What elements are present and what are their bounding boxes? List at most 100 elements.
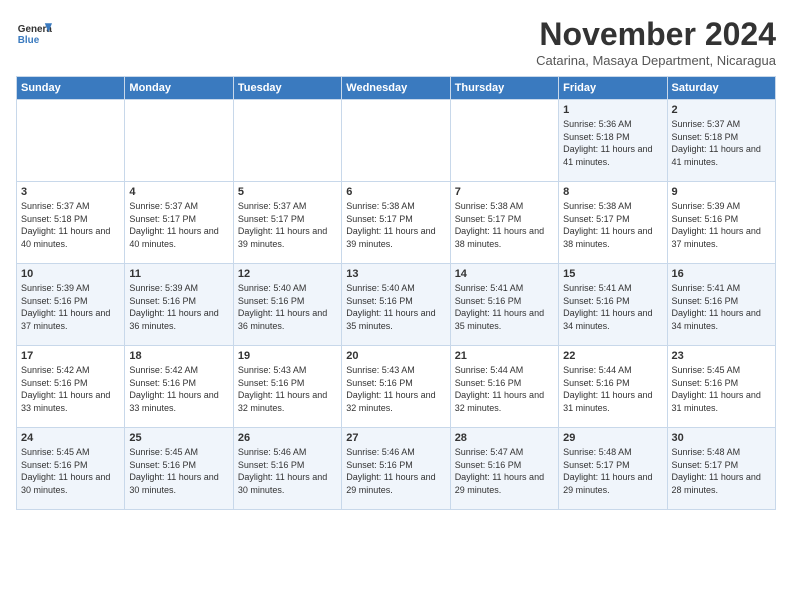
calendar-cell: 29Sunrise: 5:48 AM Sunset: 5:17 PM Dayli…: [559, 428, 667, 510]
day-number: 16: [672, 268, 771, 280]
day-number: 7: [455, 186, 554, 198]
day-info: Sunrise: 5:40 AM Sunset: 5:16 PM Dayligh…: [346, 282, 445, 332]
day-info: Sunrise: 5:38 AM Sunset: 5:17 PM Dayligh…: [346, 200, 445, 250]
calendar-cell: 11Sunrise: 5:39 AM Sunset: 5:16 PM Dayli…: [125, 264, 233, 346]
day-header-saturday: Saturday: [667, 77, 775, 100]
day-number: 21: [455, 350, 554, 362]
day-number: 1: [563, 104, 662, 116]
day-number: 19: [238, 350, 337, 362]
day-number: 8: [563, 186, 662, 198]
calendar-cell: 20 Sunrise: 5:43 AM Sunset: 5:16 PM Dayli…: [342, 346, 450, 428]
day-info: Sunrise: 5:36 AM Sunset: 5:18 PM Dayligh…: [563, 118, 662, 168]
calendar-cell: 12 Sunrise: 5:40 AM Sunset: 5:16 PM Dayli…: [233, 264, 341, 346]
calendar-cell: [17, 100, 125, 182]
calendar-cell: 25Sunrise: 5:45 AM Sunset: 5:16 PM Dayli…: [125, 428, 233, 510]
day-info: Sunrise: 5:45 AM Sunset: 5:16 PM Dayligh…: [21, 446, 120, 496]
day-info: Sunrise: 5:46 AM Sunset: 5:16 PM Dayligh…: [346, 446, 445, 496]
day-info: Sunrise: 5:43 AM Sunset: 5:16 PM Dayligh…: [346, 364, 445, 414]
calendar-cell: 26 Sunrise: 5:46 AM Sunset: 5:16 PM Dayli…: [233, 428, 341, 510]
calendar-week-5: 24 Sunrise: 5:45 AM Sunset: 5:16 PM Dayli…: [17, 428, 776, 510]
calendar-body: 1 Sunrise: 5:36 AM Sunset: 5:18 PM Daylig…: [17, 100, 776, 510]
calendar-cell: 8 Sunrise: 5:38 AM Sunset: 5:17 PM Daylig…: [559, 182, 667, 264]
calendar-week-2: 3Sunrise: 5:37 AM Sunset: 5:18 PM Daylig…: [17, 182, 776, 264]
day-number: 27: [346, 432, 445, 444]
calendar-week-4: 17 Sunrise: 5:42 AM Sunset: 5:16 PM Dayli…: [17, 346, 776, 428]
day-number: 18: [129, 350, 228, 362]
day-number: 14: [455, 268, 554, 280]
calendar-cell: 1 Sunrise: 5:36 AM Sunset: 5:18 PM Daylig…: [559, 100, 667, 182]
calendar-cell: 15Sunrise: 5:41 AM Sunset: 5:16 PM Dayli…: [559, 264, 667, 346]
calendar-cell: 4 Sunrise: 5:37 AM Sunset: 5:17 PM Daylig…: [125, 182, 233, 264]
calendar-cell: 7 Sunrise: 5:38 AM Sunset: 5:17 PM Daylig…: [450, 182, 558, 264]
day-number: 26: [238, 432, 337, 444]
day-number: 12: [238, 268, 337, 280]
day-header-monday: Monday: [125, 77, 233, 100]
calendar-cell: 24 Sunrise: 5:45 AM Sunset: 5:16 PM Dayli…: [17, 428, 125, 510]
day-info: Sunrise: 5:46 AM Sunset: 5:16 PM Dayligh…: [238, 446, 337, 496]
month-year-title: November 2024: [536, 16, 776, 53]
day-number: 6: [346, 186, 445, 198]
calendar-cell: [125, 100, 233, 182]
calendar-header-row: SundayMondayTuesdayWednesdayThursdayFrid…: [17, 77, 776, 100]
day-info: Sunrise: 5:45 AM Sunset: 5:16 PM Dayligh…: [129, 446, 228, 496]
day-info: Sunrise: 5:47 AM Sunset: 5:16 PM Dayligh…: [455, 446, 554, 496]
day-info: Sunrise: 5:39 AM Sunset: 5:16 PM Dayligh…: [672, 200, 771, 250]
day-info: Sunrise: 5:44 AM Sunset: 5:16 PM Dayligh…: [455, 364, 554, 414]
calendar-cell: 27 Sunrise: 5:46 AM Sunset: 5:16 PM Dayli…: [342, 428, 450, 510]
day-info: Sunrise: 5:38 AM Sunset: 5:17 PM Dayligh…: [563, 200, 662, 250]
calendar-cell: 6 Sunrise: 5:38 AM Sunset: 5:17 PM Daylig…: [342, 182, 450, 264]
location-subtitle: Catarina, Masaya Department, Nicaragua: [536, 53, 776, 68]
day-info: Sunrise: 5:39 AM Sunset: 5:16 PM Dayligh…: [21, 282, 120, 332]
calendar-cell: 14Sunrise: 5:41 AM Sunset: 5:16 PM Dayli…: [450, 264, 558, 346]
day-header-sunday: Sunday: [17, 77, 125, 100]
calendar-cell: 2Sunrise: 5:37 AM Sunset: 5:18 PM Daylig…: [667, 100, 775, 182]
day-info: Sunrise: 5:40 AM Sunset: 5:16 PM Dayligh…: [238, 282, 337, 332]
day-info: Sunrise: 5:37 AM Sunset: 5:17 PM Dayligh…: [129, 200, 228, 250]
calendar-cell: 21 Sunrise: 5:44 AM Sunset: 5:16 PM Dayli…: [450, 346, 558, 428]
calendar-cell: 16 Sunrise: 5:41 AM Sunset: 5:16 PM Dayli…: [667, 264, 775, 346]
calendar-cell: 30 Sunrise: 5:48 AM Sunset: 5:17 PM Dayli…: [667, 428, 775, 510]
day-info: Sunrise: 5:43 AM Sunset: 5:16 PM Dayligh…: [238, 364, 337, 414]
day-info: Sunrise: 5:37 AM Sunset: 5:18 PM Dayligh…: [672, 118, 771, 168]
day-number: 13: [346, 268, 445, 280]
day-number: 17: [21, 350, 120, 362]
svg-text:Blue: Blue: [18, 35, 40, 46]
day-info: Sunrise: 5:42 AM Sunset: 5:16 PM Dayligh…: [21, 364, 120, 414]
calendar-cell: 18 Sunrise: 5:42 AM Sunset: 5:16 PM Dayli…: [125, 346, 233, 428]
day-number: 30: [672, 432, 771, 444]
day-number: 15: [563, 268, 662, 280]
day-header-friday: Friday: [559, 77, 667, 100]
day-number: 5: [238, 186, 337, 198]
day-number: 24: [21, 432, 120, 444]
title-block: November 2024 Catarina, Masaya Departmen…: [536, 16, 776, 68]
day-number: 3: [21, 186, 120, 198]
day-number: 9: [672, 186, 771, 198]
calendar-cell: 17 Sunrise: 5:42 AM Sunset: 5:16 PM Dayli…: [17, 346, 125, 428]
calendar-cell: 10Sunrise: 5:39 AM Sunset: 5:16 PM Dayli…: [17, 264, 125, 346]
calendar-week-3: 10Sunrise: 5:39 AM Sunset: 5:16 PM Dayli…: [17, 264, 776, 346]
day-info: Sunrise: 5:41 AM Sunset: 5:16 PM Dayligh…: [672, 282, 771, 332]
day-number: 23: [672, 350, 771, 362]
logo: General Blue General Blue: [16, 16, 52, 52]
day-header-thursday: Thursday: [450, 77, 558, 100]
calendar-cell: 22 Sunrise: 5:44 AM Sunset: 5:16 PM Dayli…: [559, 346, 667, 428]
day-number: 4: [129, 186, 228, 198]
calendar-week-1: 1 Sunrise: 5:36 AM Sunset: 5:18 PM Daylig…: [17, 100, 776, 182]
day-number: 22: [563, 350, 662, 362]
day-info: Sunrise: 5:42 AM Sunset: 5:16 PM Dayligh…: [129, 364, 228, 414]
calendar-cell: 28Sunrise: 5:47 AM Sunset: 5:16 PM Dayli…: [450, 428, 558, 510]
calendar-cell: [450, 100, 558, 182]
calendar-cell: 5Sunrise: 5:37 AM Sunset: 5:17 PM Daylig…: [233, 182, 341, 264]
day-info: Sunrise: 5:38 AM Sunset: 5:17 PM Dayligh…: [455, 200, 554, 250]
day-number: 20: [346, 350, 445, 362]
day-info: Sunrise: 5:45 AM Sunset: 5:16 PM Dayligh…: [672, 364, 771, 414]
calendar-table: SundayMondayTuesdayWednesdayThursdayFrid…: [16, 76, 776, 510]
day-info: Sunrise: 5:48 AM Sunset: 5:17 PM Dayligh…: [563, 446, 662, 496]
day-info: Sunrise: 5:44 AM Sunset: 5:16 PM Dayligh…: [563, 364, 662, 414]
calendar-cell: [342, 100, 450, 182]
calendar-cell: 13 Sunrise: 5:40 AM Sunset: 5:16 PM Dayli…: [342, 264, 450, 346]
logo-icon: General Blue: [16, 16, 52, 52]
day-info: Sunrise: 5:48 AM Sunset: 5:17 PM Dayligh…: [672, 446, 771, 496]
day-info: Sunrise: 5:39 AM Sunset: 5:16 PM Dayligh…: [129, 282, 228, 332]
calendar-cell: [233, 100, 341, 182]
